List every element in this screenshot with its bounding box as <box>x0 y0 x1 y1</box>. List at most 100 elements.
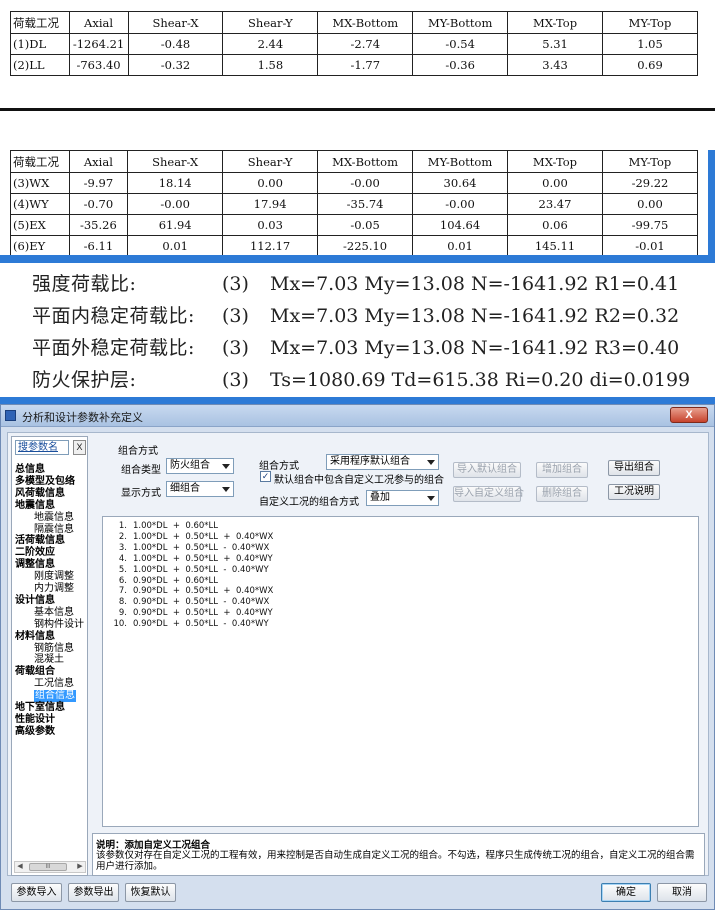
default-include-checkbox[interactable]: ✓ <box>260 471 271 482</box>
close-button[interactable]: X <box>670 407 708 423</box>
column-header: Shear-X <box>127 11 224 34</box>
add-combo-button[interactable]: 增加组合 <box>536 462 588 478</box>
tree-item[interactable]: 活荷载信息 <box>15 535 65 547</box>
delete-combo-button[interactable]: 删除组合 <box>536 486 588 502</box>
tree-item[interactable]: 隔震信息 <box>34 524 74 536</box>
tree-item[interactable]: 刚度调整 <box>34 571 74 583</box>
list-item: 7. 0.90*DL + 0.50*LL + 0.40*WX <box>109 586 274 597</box>
ratio-values: Ts=1080.69 Td=615.38 Ri=0.20 di=0.0199 <box>270 369 691 391</box>
table-row: (6)EY -6.11 0.01 112.17 -225.10 0.01 145.11 -0.… <box>10 235 699 257</box>
param-tree: 搜参数名 X 总信息 多模型及包络 风荷载信息 地震信息 地震信息 隔震信息 活荷载信息 二阶… <box>11 436 88 876</box>
table-cell: (6)EY <box>10 235 70 257</box>
column-header: Axial <box>68 150 129 173</box>
tree-item[interactable]: 地震信息 <box>34 512 74 524</box>
tree-item[interactable]: 调整信息 <box>15 559 55 571</box>
clear-search-button[interactable]: X <box>73 440 86 455</box>
column-header: Shear-Y <box>222 11 319 34</box>
combo-type-select[interactable]: 防火组合 <box>166 458 234 474</box>
combination-text: 1.00*DL + 0.60*LL <box>133 521 219 531</box>
table-cell: -9.97 <box>68 172 129 194</box>
tree-scrollbar[interactable]: ◀ III ▶ <box>14 861 86 873</box>
column-header: 荷载工况 <box>10 150 70 173</box>
table-cell: -0.32 <box>127 54 224 76</box>
table-cell: 0.00 <box>601 193 699 215</box>
export-combo-button[interactable]: 导出组合 <box>608 460 660 476</box>
restore-default-button[interactable]: 恢复默认 <box>125 883 176 902</box>
import-custom-button[interactable]: 导入自定义组合 <box>453 486 524 502</box>
table-cell: -99.75 <box>601 214 699 236</box>
combo-type-label: 组合类型 <box>121 465 161 476</box>
tree-item[interactable]: 工况信息 <box>34 678 74 690</box>
column-header: MY-Top <box>601 150 699 173</box>
tree-item[interactable]: 荷载组合 <box>15 666 55 678</box>
import-params-button[interactable]: 参数导入 <box>11 883 62 902</box>
group-label: 组合方式 <box>118 446 158 457</box>
ok-button[interactable]: 确定 <box>601 883 651 902</box>
app-icon <box>5 410 16 421</box>
tree-item[interactable]: 高级参数 <box>15 726 55 738</box>
table-row: (2)LL -763.40 -0.32 1.58 -1.77 -0.36 3.43 0.69 <box>10 54 698 76</box>
tree-item[interactable]: 多模型及包络 <box>15 476 75 488</box>
line-number: 4. <box>118 553 127 564</box>
scroll-right-icon[interactable]: ▶ <box>75 862 85 872</box>
tree-item[interactable]: 风荷载信息 <box>15 488 65 500</box>
column-header: MY-Top <box>602 11 698 34</box>
search-param-input[interactable]: 搜参数名 <box>15 440 69 455</box>
scroll-left-icon[interactable]: ◀ <box>15 862 25 872</box>
blue-band <box>0 397 715 404</box>
description-title: 说明：添加自定义工况组合 <box>96 840 211 851</box>
tree-item[interactable]: 二阶效应 <box>15 547 55 559</box>
tree-item[interactable]: 地震信息 <box>15 500 55 512</box>
table-cell: -0.00 <box>317 172 414 194</box>
tree-item[interactable]: 总信息 <box>15 464 45 476</box>
column-header: MX-Bottom <box>317 11 414 34</box>
line-number: 2. <box>118 531 127 542</box>
tree-item[interactable]: 混凝土 <box>34 654 64 666</box>
table-cell: 0.01 <box>412 235 508 257</box>
title-bar[interactable]: 分析和设计参数补充定义 X <box>1 405 714 427</box>
column-header: MX-Top <box>507 150 603 173</box>
table-cell: 145.11 <box>507 235 603 257</box>
display-mode-value: 细组合 <box>170 483 200 494</box>
line-number: 10. <box>113 619 127 630</box>
table-row: (4)WY -0.70 -0.00 17.94 -35.74 -0.00 23.47 0.00 <box>10 193 699 215</box>
table-cell: 2.44 <box>222 33 319 55</box>
tree-item[interactable]: 设计信息 <box>15 595 55 607</box>
table-cell: 1.58 <box>222 54 319 76</box>
custom-method-select[interactable]: 叠加 <box>366 490 439 506</box>
cancel-button[interactable]: 取消 <box>657 883 707 902</box>
column-header: MY-Bottom <box>412 150 508 173</box>
table-cell: 0.00 <box>222 172 319 194</box>
tree-item[interactable]: 材料信息 <box>15 631 55 643</box>
list-item: 4. 1.00*DL + 0.50*LL + 0.40*WY <box>109 554 273 564</box>
display-mode-select[interactable]: 细组合 <box>166 481 234 497</box>
table-cell: -35.26 <box>68 214 129 236</box>
combination-list[interactable]: 1. 1.00*DL + 0.60*LL 2. 1.00*DL + 0.50*LL +… <box>102 516 699 827</box>
ratio-values: Mx=7.03 My=13.08 N=-1641.92 R3=0.40 <box>270 337 680 359</box>
tree-item[interactable]: 钢筋信息 <box>34 643 74 655</box>
tree-item[interactable]: 组合信息 <box>34 690 76 703</box>
combo-method-select[interactable]: 采用程序默认组合 <box>326 454 439 470</box>
tree-item[interactable]: 地下室信息 <box>15 702 65 714</box>
table-cell: 0.03 <box>222 214 319 236</box>
tree-item[interactable]: 性能设计 <box>15 714 55 726</box>
table-cell: 23.47 <box>507 193 603 215</box>
description-text: 该参数仅对存在自定义工况的工程有效，用来控制是否自动生成自定义工况的组合。不勾选… <box>96 850 695 872</box>
table-cell: -6.11 <box>68 235 129 257</box>
description-panel: 说明：添加自定义工况组合 该参数仅对存在自定义工况的工程有效，用来控制是否自动生… <box>92 833 705 876</box>
table-cell: 30.64 <box>412 172 508 194</box>
default-include-label: 默认组合中包含自定义工况参与的组合 <box>274 475 444 486</box>
line-number: 7. <box>118 586 127 597</box>
import-default-button[interactable]: 导入默认组合 <box>453 462 521 478</box>
case-description-button[interactable]: 工况说明 <box>608 484 660 500</box>
tree-item[interactable]: 内力调整 <box>34 583 74 595</box>
export-params-button[interactable]: 参数导出 <box>68 883 119 902</box>
load-case-table-1: 荷载工况 Axial Shear-X Shear-Y MX-Bottom MY-Botto… <box>10 11 698 76</box>
tree-item[interactable]: 钢构件设计 <box>34 619 84 631</box>
column-header: Shear-Y <box>222 150 319 173</box>
combination-text: 1.00*DL + 0.50*LL - 0.40*WY <box>133 564 269 575</box>
scroll-thumb[interactable]: III <box>29 863 67 871</box>
combination-text: 1.00*DL + 0.50*LL + 0.40*WX <box>133 531 274 542</box>
tree-item[interactable]: 基本信息 <box>34 607 74 619</box>
table-cell: 5.31 <box>507 33 603 55</box>
